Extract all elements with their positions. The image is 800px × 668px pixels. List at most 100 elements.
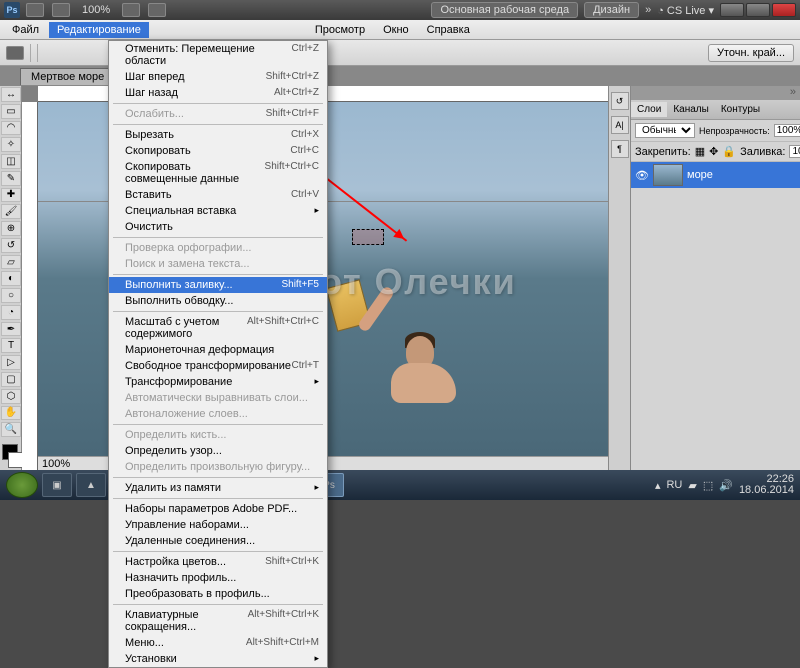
menu-help[interactable]: Справка	[419, 22, 478, 38]
crop-tool[interactable]: ◫	[1, 154, 21, 169]
layer-row[interactable]: 👁 море	[631, 162, 800, 188]
selection-marquee[interactable]	[352, 229, 384, 245]
minibridge-button[interactable]	[52, 3, 70, 17]
menu-file[interactable]: Файл	[4, 22, 47, 38]
minimize-button[interactable]	[720, 3, 744, 17]
menu-item[interactable]: СкопироватьCtrl+C	[109, 143, 327, 159]
menu-item[interactable]: Специальная вставка	[109, 203, 327, 219]
menu-item[interactable]: ВырезатьCtrl+X	[109, 127, 327, 143]
tab-paths[interactable]: Контуры	[715, 102, 766, 117]
layer-visibility-icon[interactable]: 👁	[635, 168, 649, 182]
tab-layers[interactable]: Слои	[631, 102, 667, 117]
blur-tool[interactable]: ○	[1, 288, 21, 303]
zoom-tool[interactable]: 🔍	[1, 422, 21, 437]
lock-all-icon[interactable]: 🔒	[722, 145, 736, 158]
workspace-menu-icon[interactable]: »	[645, 4, 651, 16]
menu-item[interactable]: Выполнить обводку...	[109, 293, 327, 309]
status-zoom[interactable]: 100%	[42, 458, 70, 470]
wand-tool[interactable]: ✧	[1, 137, 21, 152]
menu-item[interactable]: Удаленные соединения...	[109, 533, 327, 549]
menu-item[interactable]: Очистить	[109, 219, 327, 235]
brush-tool[interactable]: 🖌	[1, 204, 21, 219]
menu-item[interactable]: Преобразовать в профиль...	[109, 586, 327, 602]
bridge-button[interactable]	[26, 3, 44, 17]
tool-preset[interactable]	[6, 46, 24, 60]
tray-network-icon[interactable]: ⬚	[703, 479, 713, 492]
start-button[interactable]	[6, 472, 38, 498]
menu-item[interactable]: Установки	[109, 651, 327, 667]
stamp-tool[interactable]: ⊕	[1, 221, 21, 236]
lasso-tool[interactable]: ◠	[1, 121, 21, 136]
tray-lang[interactable]: RU	[666, 479, 682, 491]
shape-tool[interactable]: ▢	[1, 372, 21, 387]
menu-item[interactable]: Управление наборами...	[109, 517, 327, 533]
gradient-tool[interactable]: ◐	[1, 271, 21, 286]
dock-collapse-icon[interactable]: »	[631, 86, 800, 100]
design-workspace[interactable]: Дизайн	[584, 2, 639, 18]
menu-item[interactable]: Меню...Alt+Shift+Ctrl+M	[109, 635, 327, 651]
paragraph-panel-icon[interactable]: ¶	[611, 140, 629, 158]
menu-item[interactable]: Шаг назадAlt+Ctrl+Z	[109, 85, 327, 101]
cslive-button[interactable]: ◔ CS Live ▾	[657, 4, 714, 17]
pen-tool[interactable]: ✒	[1, 322, 21, 337]
menu-item[interactable]: Настройка цветов...Shift+Ctrl+K	[109, 554, 327, 570]
menu-item[interactable]: Марионеточная деформация	[109, 342, 327, 358]
menu-item[interactable]: Скопировать совмещенные данныеShift+Ctrl…	[109, 159, 327, 187]
menu-item[interactable]: Свободное трансформированиеCtrl+T	[109, 358, 327, 374]
menu-item[interactable]: Шаг впередShift+Ctrl+Z	[109, 69, 327, 85]
heal-tool[interactable]: ✚	[1, 188, 21, 203]
menu-window[interactable]: Окно	[375, 22, 417, 38]
history-panel-icon[interactable]: ↺	[611, 92, 629, 110]
lock-position-icon[interactable]: ✥	[709, 145, 718, 158]
task-vlc[interactable]: ▲	[76, 473, 106, 497]
opacity-input[interactable]	[774, 124, 800, 137]
eyedropper-tool[interactable]: ✎	[1, 171, 21, 186]
lock-pixels-icon[interactable]: ▦	[695, 145, 705, 158]
hand-tool[interactable]: ✋	[1, 406, 21, 421]
type-tool[interactable]: T	[1, 338, 21, 353]
menu-item[interactable]: Клавиатурные сокращения...Alt+Shift+Ctrl…	[109, 607, 327, 635]
menu-hidden-1[interactable]	[151, 28, 201, 32]
eraser-tool[interactable]: ▱	[1, 255, 21, 270]
view-arrange-button[interactable]	[122, 3, 140, 17]
menu-item[interactable]: Назначить профиль...	[109, 570, 327, 586]
menu-view[interactable]: Просмотр	[307, 22, 373, 38]
tray-clock[interactable]: 22:26 18.06.2014	[739, 474, 794, 496]
layer-thumbnail[interactable]	[653, 164, 683, 186]
close-button[interactable]	[772, 3, 796, 17]
fill-input[interactable]	[789, 145, 800, 158]
marquee-tool[interactable]: ▭	[1, 104, 21, 119]
zoom-display[interactable]: 100%	[78, 4, 114, 16]
tray-arrow-icon[interactable]: ▴	[655, 479, 661, 492]
dodge-tool[interactable]: ◔	[1, 305, 21, 320]
vertical-ruler[interactable]	[22, 102, 38, 470]
collapsed-panels: ↺ A| ¶	[608, 86, 630, 470]
menu-item[interactable]: Трансформирование	[109, 374, 327, 390]
blend-mode-select[interactable]: Обычные	[635, 123, 695, 138]
3d-tool[interactable]: ⬡	[1, 389, 21, 404]
menu-hidden-3[interactable]	[255, 28, 305, 32]
menu-edit[interactable]: Редактирование	[49, 22, 149, 38]
screen-mode-button[interactable]	[148, 3, 166, 17]
maximize-button[interactable]	[746, 3, 770, 17]
menu-bar: Файл Редактирование Просмотр Окно Справк…	[0, 20, 800, 40]
menu-item[interactable]: Определить узор...	[109, 443, 327, 459]
move-tool[interactable]: ↔	[1, 87, 21, 102]
refine-edge-button[interactable]: Уточн. край...	[708, 44, 794, 62]
history-brush-tool[interactable]: ↺	[1, 238, 21, 253]
task-explorer[interactable]: ▣	[42, 473, 72, 497]
menu-item[interactable]: Удалить из памяти	[109, 480, 327, 496]
workspace-switcher[interactable]: Основная рабочая среда	[431, 2, 578, 18]
menu-item[interactable]: ВставитьCtrl+V	[109, 187, 327, 203]
menu-item[interactable]: Масштаб с учетом содержимогоAlt+Shift+Ct…	[109, 314, 327, 342]
path-tool[interactable]: ▷	[1, 355, 21, 370]
char-panel-icon[interactable]: A|	[611, 116, 629, 134]
tray-volume-icon[interactable]: 🔊	[719, 479, 733, 492]
tab-channels[interactable]: Каналы	[667, 102, 715, 117]
menu-item[interactable]: Выполнить заливку...Shift+F5	[109, 277, 327, 293]
layer-name[interactable]: море	[687, 169, 713, 181]
menu-item[interactable]: Наборы параметров Adobe PDF...	[109, 501, 327, 517]
menu-item[interactable]: Отменить: Перемещение областиCtrl+Z	[109, 41, 327, 69]
tray-flag-icon[interactable]: ▰	[688, 479, 696, 492]
menu-hidden-2[interactable]	[203, 28, 253, 32]
